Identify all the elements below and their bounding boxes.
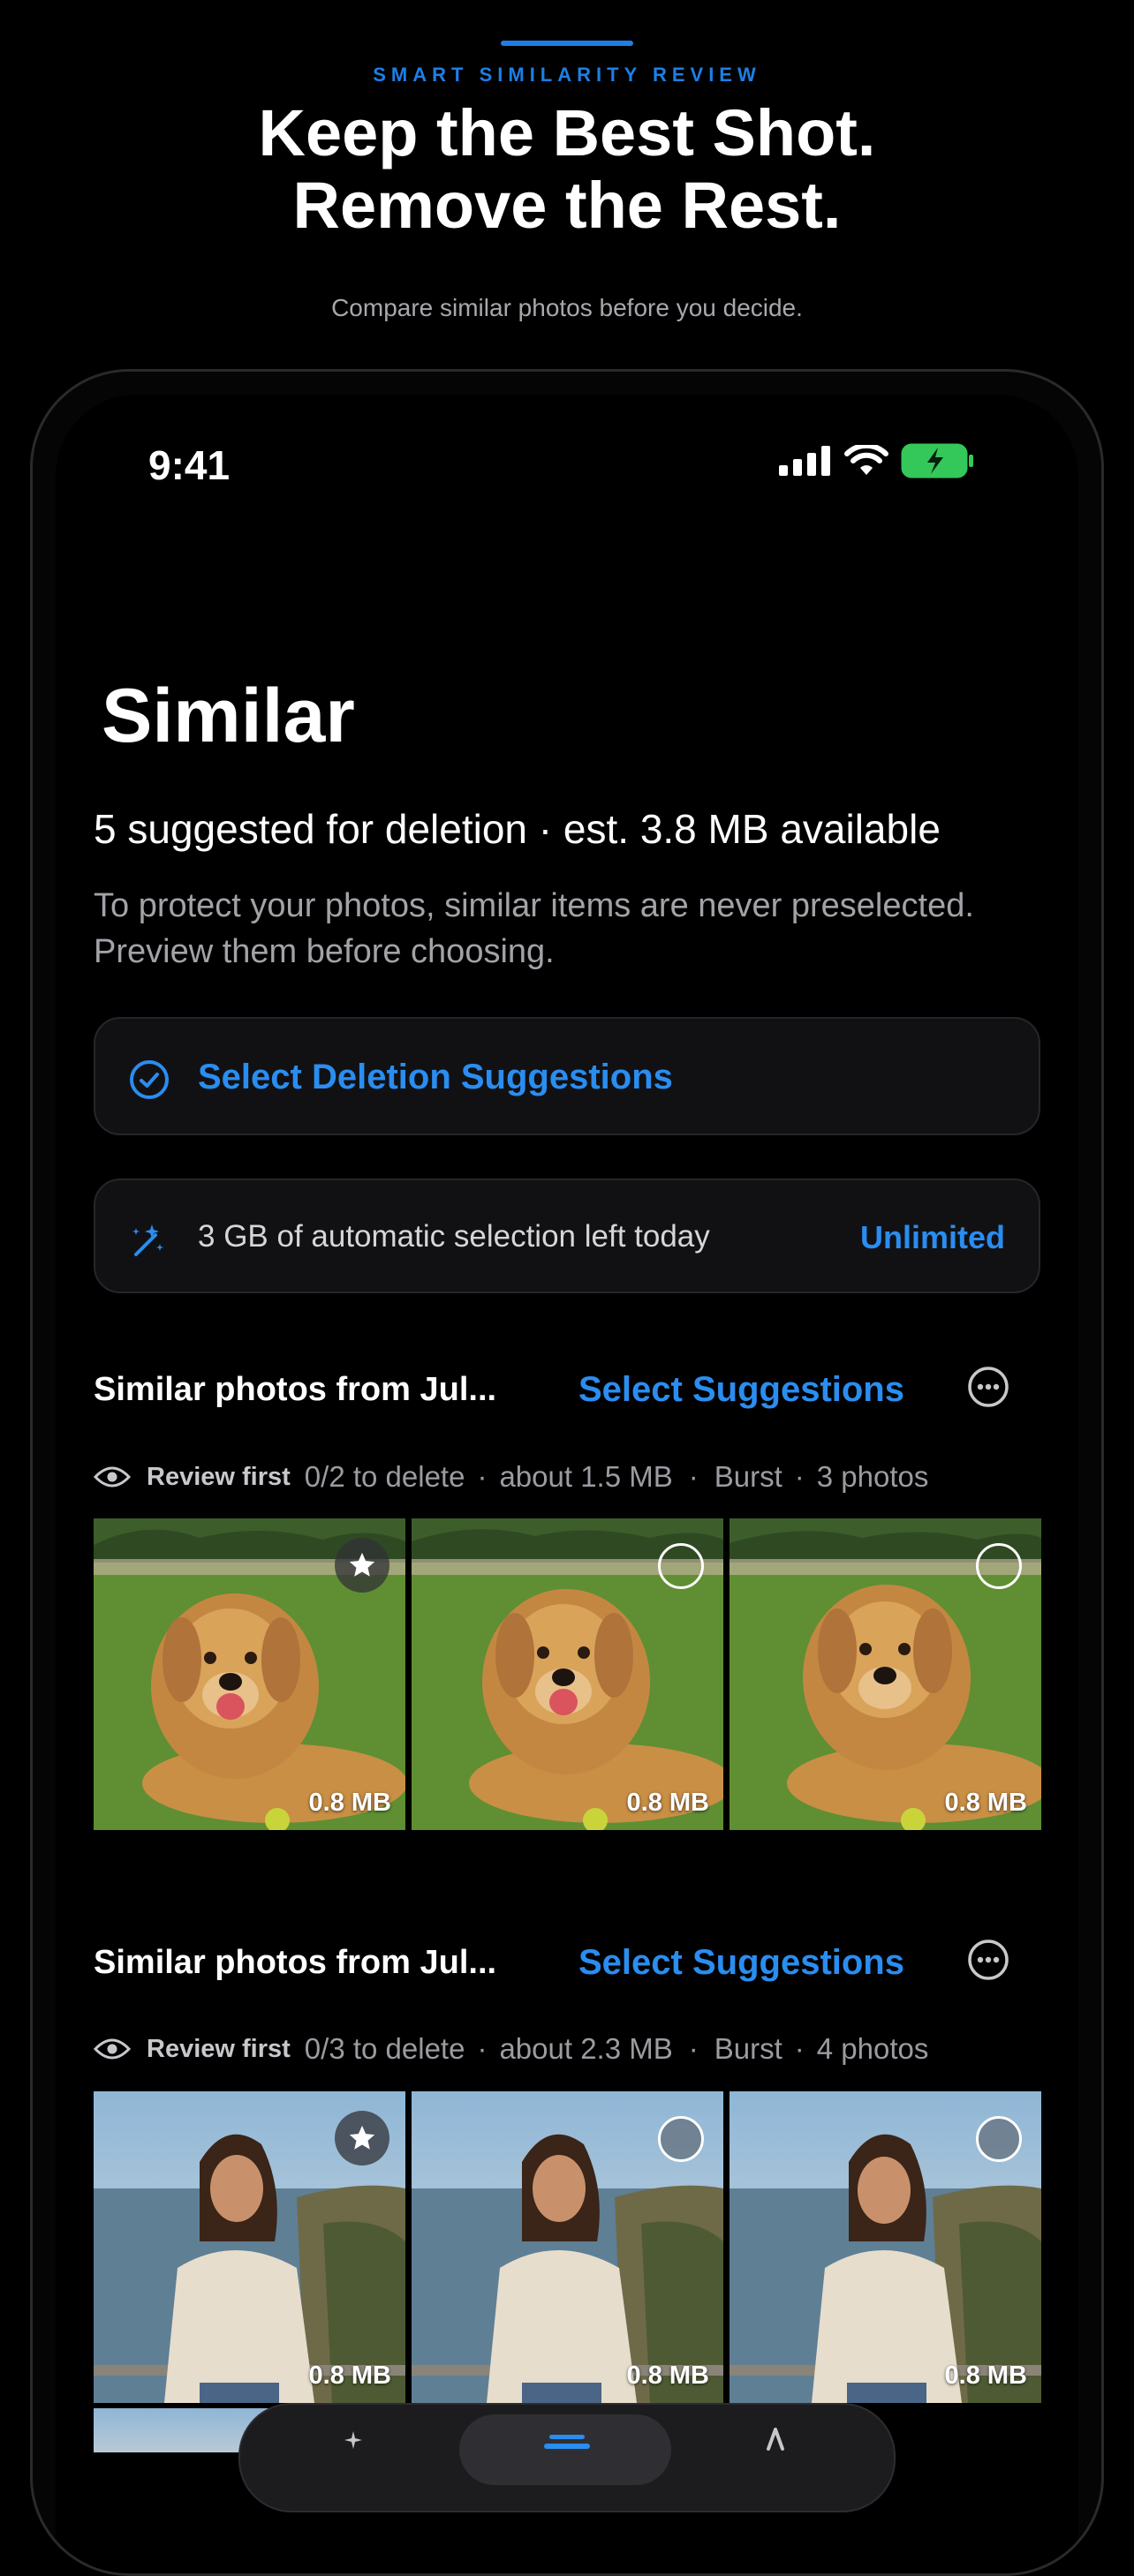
- photo-thumbnail[interactable]: 0.8 MB: [412, 1518, 723, 1830]
- select-deletion-suggestions-label: Select Deletion Suggestions: [198, 1058, 673, 1096]
- star-icon: [349, 2125, 375, 2150]
- headline-line-1: Keep the Best Shot.: [258, 96, 876, 169]
- separator: ·: [688, 1460, 699, 1493]
- best-shot-badge: [335, 2111, 389, 2165]
- sparkles-tab-icon[interactable]: [336, 2429, 371, 2452]
- unlimited-upgrade-link[interactable]: Unlimited: [860, 1219, 1005, 1256]
- delete-count: 0/3 to delete: [304, 2032, 465, 2065]
- separator: ·: [477, 2032, 488, 2065]
- photo-thumbnail[interactable]: 0.8 MB: [94, 2091, 405, 2403]
- selection-circle[interactable]: [976, 2116, 1022, 2162]
- page-title: Similar: [102, 674, 355, 758]
- group-meta: Review first 0/3 to delete · about 2.3 M…: [94, 2032, 928, 2066]
- file-size: 0.8 MB: [308, 2361, 391, 2390]
- separator: ·: [688, 2032, 699, 2065]
- cellular-signal-icon: [779, 446, 830, 476]
- accent-bar: [501, 41, 633, 46]
- photo-thumbnail[interactable]: 0.8 MB: [94, 1518, 405, 1830]
- checkmark-circle-icon: [130, 1060, 169, 1099]
- separator: ·: [794, 2032, 805, 2065]
- separator: ·: [794, 1460, 805, 1493]
- file-size: 0.8 MB: [944, 2361, 1027, 2390]
- burst-label: Burst: [714, 2032, 782, 2065]
- burst-label: Burst: [714, 1460, 782, 1493]
- status-time: 9:41: [148, 442, 231, 488]
- selection-circle[interactable]: [658, 1543, 704, 1589]
- select-deletion-suggestions-button[interactable]: Select Deletion Suggestions: [94, 1017, 1040, 1135]
- battery-charging-icon: [901, 443, 973, 478]
- file-size: 0.8 MB: [626, 2361, 709, 2390]
- savings: about 1.5 MB: [499, 1460, 673, 1493]
- wifi-icon: [844, 445, 888, 475]
- selection-circle[interactable]: [658, 2116, 704, 2162]
- photo-count: 3 photos: [816, 1460, 929, 1493]
- more-options-icon[interactable]: [966, 1938, 1010, 1982]
- select-suggestions-button[interactable]: Select Suggestions: [578, 1943, 904, 1983]
- separator: ·: [477, 1460, 488, 1493]
- star-icon: [349, 1552, 375, 1577]
- best-shot-badge: [335, 1538, 389, 1593]
- review-first-label: Review first: [147, 1462, 291, 1491]
- review-first-label: Review first: [147, 2034, 291, 2063]
- file-size: 0.8 MB: [944, 1789, 1027, 1817]
- stack-tab-icon[interactable]: [544, 2433, 590, 2452]
- group-title[interactable]: Similar photos from Jul...: [94, 1371, 496, 1409]
- select-suggestions-button[interactable]: Select Suggestions: [578, 1370, 904, 1410]
- protection-description: To protect your photos, similar items ar…: [94, 887, 974, 970]
- headline-line-2: Remove the Rest.: [292, 169, 842, 242]
- eye-icon: [94, 2038, 131, 2060]
- photo-thumbnail[interactable]: 0.8 MB: [412, 2091, 723, 2403]
- eye-icon: [94, 1466, 131, 1488]
- group-meta: Review first 0/2 to delete · about 1.5 M…: [94, 1460, 928, 1494]
- app-store-tab-icon[interactable]: [758, 2428, 793, 2452]
- automatic-selection-quota-card: 3 GB of automatic selection left today U…: [94, 1179, 1040, 1293]
- deletion-summary: 5 suggested for deletion · est. 3.8 MB a…: [94, 806, 941, 852]
- more-options-icon[interactable]: [966, 1365, 1010, 1409]
- group-title[interactable]: Similar photos from Jul...: [94, 1944, 496, 1982]
- file-size: 0.8 MB: [626, 1789, 709, 1817]
- photo-thumbnail[interactable]: 0.8 MB: [730, 2091, 1041, 2403]
- photo-thumbnail[interactable]: 0.8 MB: [730, 1518, 1041, 1830]
- promo-subhead: Compare similar photos before you decide…: [331, 294, 803, 321]
- file-size: 0.8 MB: [308, 1789, 391, 1817]
- quota-label: 3 GB of automatic selection left today: [198, 1219, 710, 1254]
- promo-eyebrow: SMART SIMILARITY REVIEW: [373, 64, 761, 86]
- promo-headline: Keep the Best Shot. Remove the Rest.: [0, 97, 1134, 242]
- status-icons: [779, 443, 975, 478]
- delete-count: 0/2 to delete: [304, 1460, 465, 1493]
- selection-circle[interactable]: [976, 1543, 1022, 1589]
- magic-wand-icon: [132, 1224, 163, 1256]
- savings: about 2.3 MB: [499, 2032, 673, 2065]
- photo-count: 4 photos: [816, 2032, 929, 2065]
